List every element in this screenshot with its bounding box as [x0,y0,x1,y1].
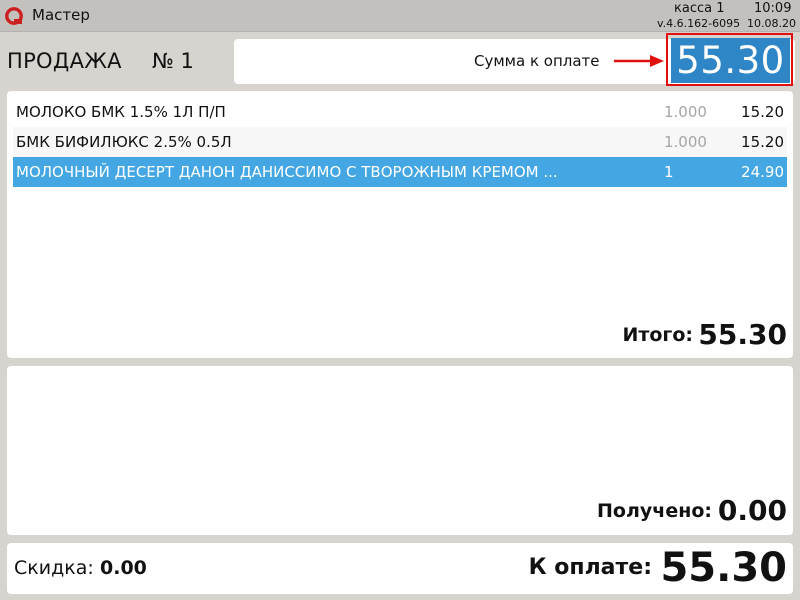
item-price: 15.20 [741,133,784,151]
title-bar: Мастер касса 1 10:09 v.4.6.162-6095 10.0… [0,0,800,32]
app-title: Мастер [32,6,90,24]
amount-due-value: 55.30 [660,545,787,591]
amount-due-label: К оплате: [528,555,652,580]
item-quantity: 1.000 [664,133,707,151]
clock: 10:09 [754,1,792,16]
item-price: 15.20 [741,103,784,121]
item-name: МОЛОЧНЫЙ ДЕСЕРТ ДАНОН ДАНИССИМО С ТВОРОЖ… [16,163,558,181]
app-logo-icon [5,7,23,25]
item-name: МОЛОКО БМК 1.5% 1Л П/П [16,103,226,121]
receipt-items-panel: МОЛОКО БМК 1.5% 1Л П/П 1.000 15.20 БМК Б… [7,91,793,358]
arrow-right-icon [614,55,664,67]
footer-panel: Скидка: 0.00 К оплате: 55.30 [7,543,793,594]
item-name: БМК БИФИЛЮКС 2.5% 0.5Л [16,133,232,151]
total-label: Итого: [622,324,693,346]
payment-received-panel: Получено: 0.00 [7,366,793,535]
sale-number: № 1 [152,49,194,73]
sum-to-pay-label: Сумма к оплате [474,52,600,70]
received-value: 0.00 [717,494,787,527]
received-label: Получено: [597,500,712,522]
table-row[interactable]: БМК БИФИЛЮКС 2.5% 0.5Л 1.000 15.20 [13,127,787,157]
register-label: касса 1 [674,1,725,16]
sum-to-pay-value: 55.30 [671,38,790,83]
discount-value: 0.00 [100,557,147,579]
total-value: 55.30 [698,318,787,351]
item-quantity: 1 [664,163,674,181]
table-row[interactable]: МОЛОКО БМК 1.5% 1Л П/П 1.000 15.20 [13,97,787,127]
item-price: 24.90 [741,163,784,181]
item-quantity: 1.000 [664,103,707,121]
version-label: v.4.6.162-6095 [657,17,741,30]
table-row-selected[interactable]: МОЛОЧНЫЙ ДЕСЕРТ ДАНОН ДАНИССИМО С ТВОРОЖ… [13,157,787,187]
date-label: 10.08.20 [747,17,796,30]
sale-title: ПРОДАЖА [7,49,122,73]
discount-label: Скидка: [14,557,94,579]
